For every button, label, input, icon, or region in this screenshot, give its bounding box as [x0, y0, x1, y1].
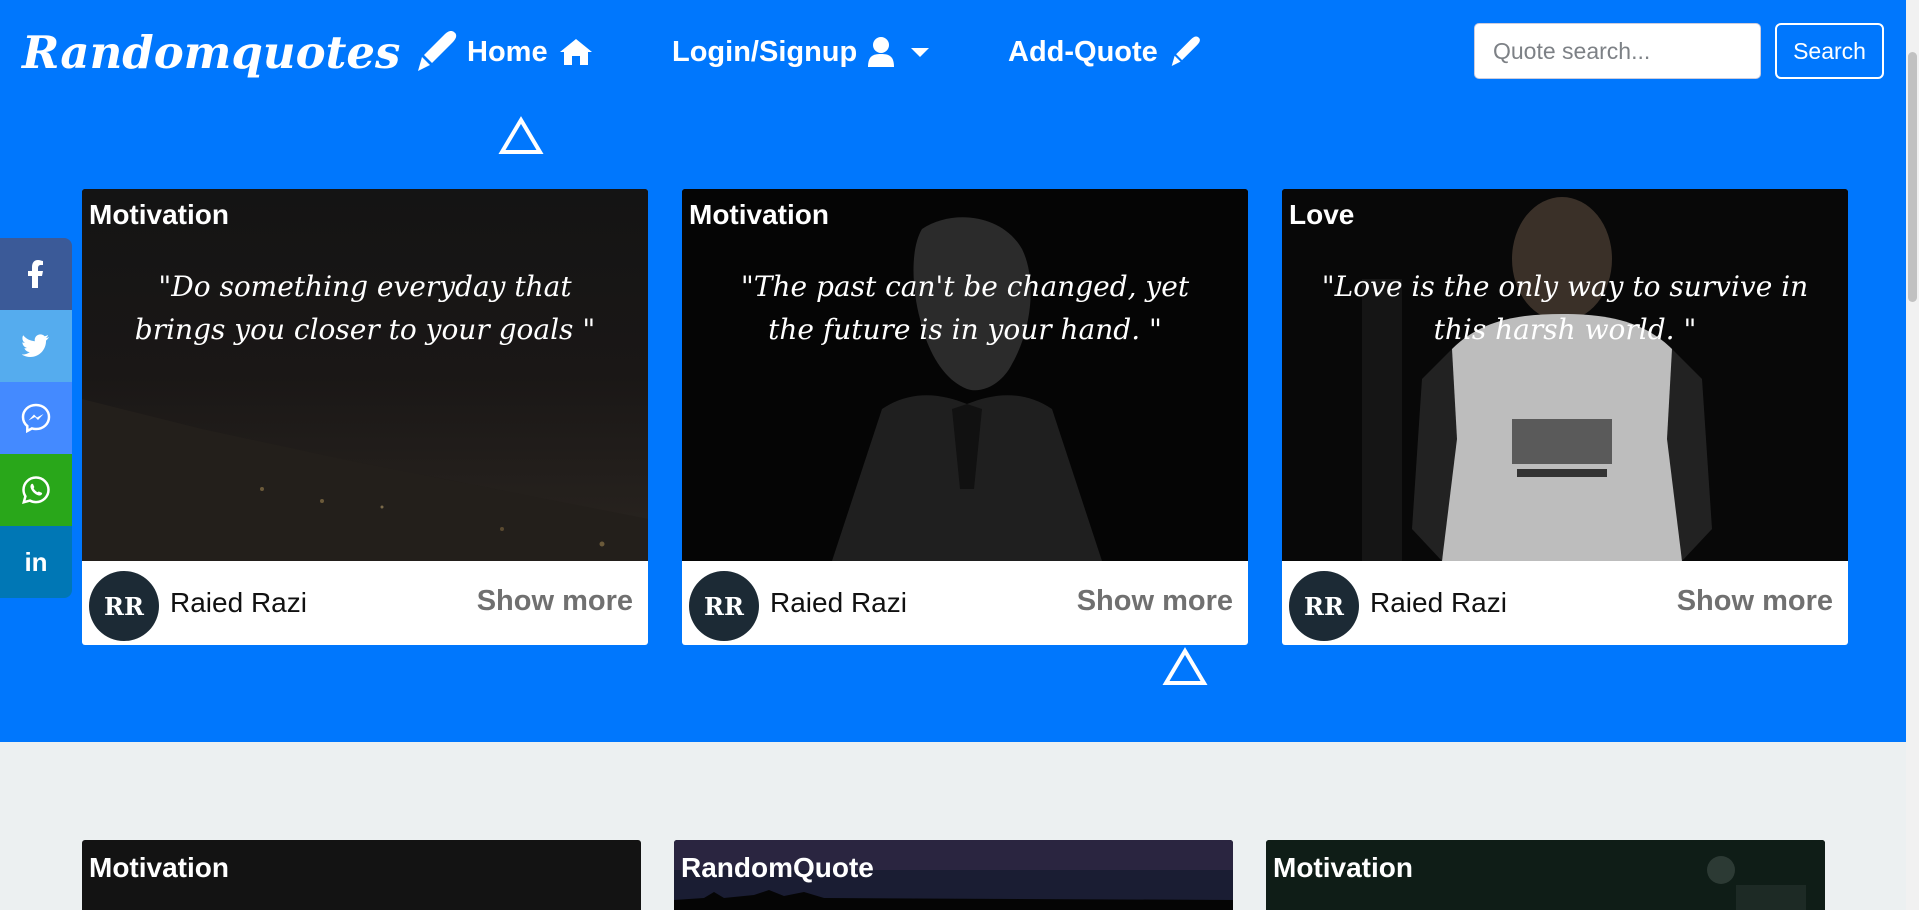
- linkedin-icon: in: [24, 546, 48, 577]
- quote-card[interactable]: Love "Love is the only way to survive in…: [1282, 189, 1848, 645]
- quote-category: Love: [1289, 199, 1355, 230]
- quote-card-image: Love "Love is the only way to survive in…: [1282, 189, 1848, 561]
- nav-add-label: Add-Quote: [1008, 35, 1158, 68]
- quote-text: "Do something everyday that brings you c…: [134, 270, 596, 346]
- nav-login-dropdown[interactable]: Login/Signup: [672, 30, 930, 74]
- user-icon: [868, 37, 895, 67]
- home-icon: [559, 39, 592, 65]
- author-avatar[interactable]: RR: [1289, 571, 1359, 641]
- quote-card[interactable]: Motivation "The past can't be changed, y…: [682, 189, 1248, 645]
- facebook-icon: [28, 260, 43, 288]
- quote-card-footer: RR Raied Razi Show more: [1282, 561, 1848, 645]
- quote-category: RandomQuote: [681, 852, 874, 883]
- triangle-decoration-icon: [1162, 647, 1208, 685]
- quote-text: "Love is the only way to survive in this…: [1321, 270, 1809, 346]
- messenger-icon: [21, 403, 51, 433]
- quote-card-footer: RR Raied Razi Show more: [682, 561, 1248, 645]
- quote-card[interactable]: Motivation: [82, 840, 641, 910]
- quote-card-footer: RR Raied Razi Show more: [82, 561, 648, 645]
- search-button[interactable]: Search: [1775, 23, 1884, 79]
- author-name[interactable]: Raied Razi: [770, 587, 907, 619]
- search-input[interactable]: [1474, 23, 1761, 79]
- quote-category: Motivation: [689, 199, 829, 230]
- nav-login-label: Login/Signup: [672, 35, 858, 68]
- messenger-share-button[interactable]: [0, 382, 72, 454]
- quote-card[interactable]: RandomQuote: [674, 840, 1233, 910]
- quote-category: Motivation: [89, 852, 229, 883]
- show-more-link[interactable]: Show more: [1677, 585, 1833, 618]
- nav-add-quote-link[interactable]: Add-Quote: [1008, 30, 1202, 74]
- quote-card[interactable]: Motivation "Do something everyday that b…: [82, 189, 648, 645]
- show-more-link[interactable]: Show more: [1077, 585, 1233, 618]
- quote-card-image: Motivation "Do something everyday that b…: [82, 189, 648, 561]
- person-photo-image: [1282, 189, 1848, 561]
- quote-category: Motivation: [89, 199, 229, 230]
- chevron-down-icon: [911, 47, 930, 57]
- portrait-image: [682, 189, 1248, 561]
- brand-text: Randomquotes: [22, 25, 401, 79]
- facebook-share-button[interactable]: [0, 238, 72, 310]
- nav-home-label: Home: [467, 35, 548, 68]
- quote-text: "The past can't be changed, yet the futu…: [740, 270, 1190, 346]
- quote-category: Motivation: [1273, 852, 1413, 883]
- author-avatar[interactable]: RR: [89, 571, 159, 641]
- twitter-share-button[interactable]: [0, 310, 72, 382]
- nav-home-link[interactable]: Home: [467, 30, 594, 74]
- author-avatar[interactable]: RR: [689, 571, 759, 641]
- author-name[interactable]: Raied Razi: [170, 587, 307, 619]
- pen-icon: [418, 31, 457, 71]
- quote-card[interactable]: Motivation: [1266, 840, 1825, 910]
- whatsapp-icon: [22, 476, 50, 504]
- triangle-decoration-icon: [498, 116, 544, 154]
- show-more-link[interactable]: Show more: [477, 585, 633, 618]
- pen-icon: [1171, 36, 1200, 67]
- scrollbar-thumb[interactable]: [1908, 52, 1917, 302]
- author-name[interactable]: Raied Razi: [1370, 587, 1507, 619]
- night-city-image: [82, 189, 648, 561]
- brand-logo[interactable]: Randomquotes: [22, 22, 458, 82]
- linkedin-share-button[interactable]: in: [0, 526, 72, 598]
- quote-card-image: Motivation "The past can't be changed, y…: [682, 189, 1248, 561]
- twitter-icon: [22, 334, 49, 357]
- whatsapp-share-button[interactable]: [0, 454, 72, 526]
